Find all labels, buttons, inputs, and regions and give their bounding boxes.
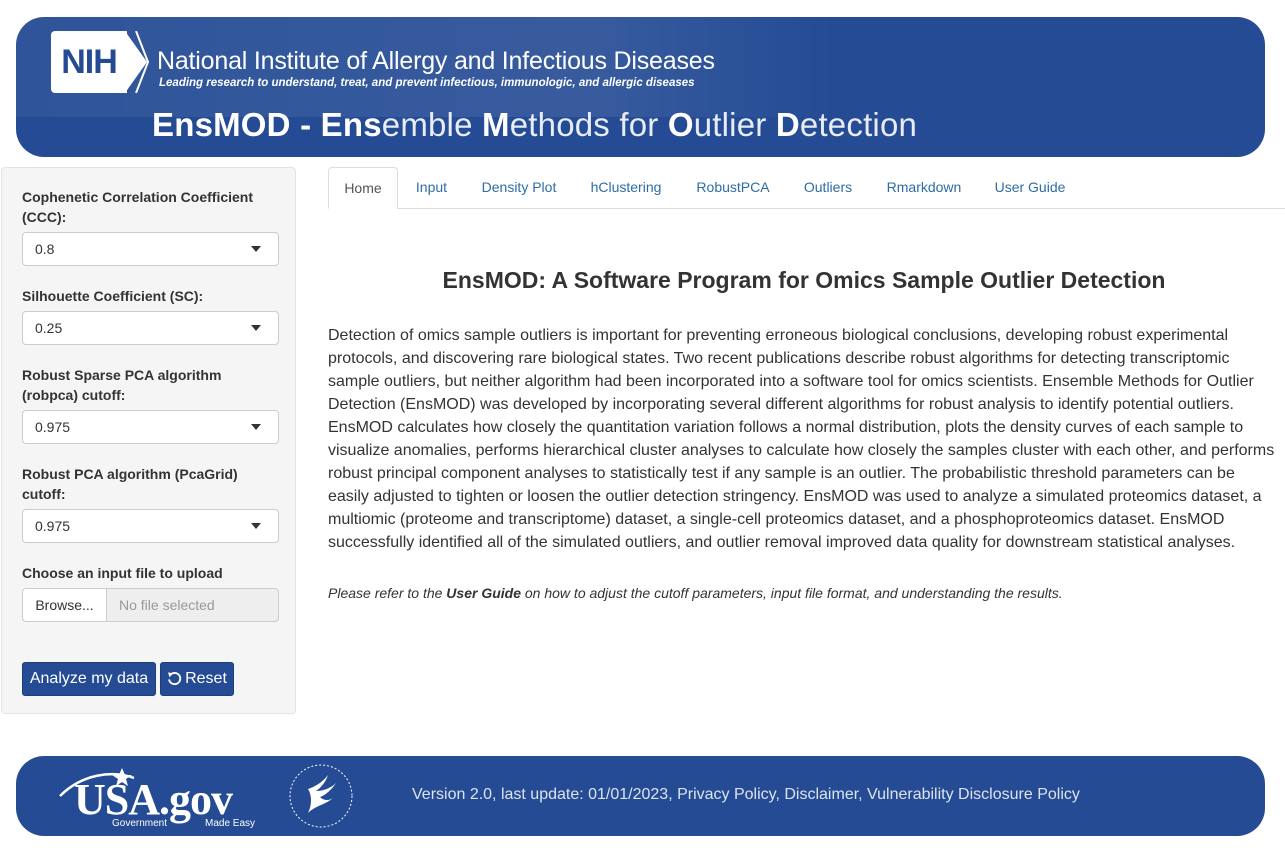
footer-links[interactable]: Version 2.0, last update: 01/01/2023, Pr… <box>412 786 1080 804</box>
usa-gov-logo-sub-right: Made Easy <box>205 818 255 829</box>
app-title-part: utlier <box>693 106 776 143</box>
caret-down-icon <box>251 246 261 252</box>
reset-label: Reset <box>185 670 227 687</box>
hhs-seal-icon[interactable] <box>286 761 356 831</box>
reset-icon <box>168 672 182 686</box>
sidebar-panel: Cophenetic Correlation Coefficient (CCC)… <box>1 167 296 714</box>
ccc-select[interactable]: 0.8 <box>22 232 279 266</box>
intro-paragraph: Detection of omics sample outliers is im… <box>328 327 1275 551</box>
app-title-part: Ens <box>320 106 382 143</box>
usa-gov-logo-text: USA.gov <box>74 775 233 824</box>
ccc-select-value: 0.8 <box>35 241 55 257</box>
nih-logo-chevron-icon <box>135 31 150 93</box>
usa-gov-logo-sub-left: Government <box>112 818 167 829</box>
sc-label: Silhouette Coefficient (SC): <box>22 288 204 304</box>
pcagrid-select-value: 0.975 <box>35 518 71 534</box>
tab-outliers[interactable]: Outliers <box>792 167 864 209</box>
analyze-button[interactable]: Analyze my data <box>22 662 156 696</box>
file-upload-input: Browse... No file selected <box>22 588 279 622</box>
tab-hclustering[interactable]: hClustering <box>578 167 674 209</box>
reset-button[interactable]: Reset <box>160 662 234 696</box>
robpca-select[interactable]: 0.975 <box>22 410 279 444</box>
file-upload-label: Choose an input file to upload <box>22 565 223 581</box>
app-title-part: O <box>667 106 694 143</box>
usa-gov-logo[interactable]: USA.gov Government Made Easy <box>52 764 267 830</box>
sc-select-value: 0.25 <box>35 320 63 336</box>
user-guide-reference: User Guide <box>446 585 521 601</box>
tab-user-guide[interactable]: User Guide <box>984 167 1076 209</box>
ccc-label: Cophenetic Correlation Coefficient (CCC)… <box>22 189 254 225</box>
tab-rmarkdown[interactable]: Rmarkdown <box>874 167 974 209</box>
app-title-part: EnsMOD - <box>152 106 321 143</box>
page-title: EnsMOD: A Software Program for Omics Sam… <box>442 267 1166 293</box>
caret-down-icon <box>251 325 261 331</box>
user-guide-note: Please refer to the User Guide on how to… <box>328 585 1280 601</box>
app-title: EnsMOD - Ensemble Methods for Outlier De… <box>152 106 917 144</box>
sc-select[interactable]: 0.25 <box>22 311 279 345</box>
institute-name: National Institute of Allergy and Infect… <box>157 47 715 75</box>
app-title-part: ethods for <box>509 106 668 143</box>
app-title-part: M <box>482 106 510 143</box>
pcagrid-select[interactable]: 0.975 <box>22 509 279 543</box>
caret-down-icon <box>251 523 261 529</box>
browse-button[interactable]: Browse... <box>22 588 107 622</box>
tab-robustpca[interactable]: RobustPCA <box>684 167 782 209</box>
pcagrid-label: Robust PCA algorithm (PcaGrid) cutoff: <box>22 466 238 502</box>
file-status-field[interactable]: No file selected <box>106 588 279 622</box>
site-footer: USA.gov Government Made Easy Version 2.0… <box>16 756 1265 836</box>
note-prefix: Please refer to the <box>328 585 447 601</box>
robpca-label: Robust Sparse PCA algorithm (robpca) cut… <box>22 367 222 403</box>
app-title-part: D <box>775 106 800 143</box>
tab-bar: Home Input Density Plot hClustering Robu… <box>328 167 1285 209</box>
app-title-part: emble <box>381 106 483 143</box>
caret-down-icon <box>251 424 261 430</box>
site-header: NIH National Institute of Allergy and In… <box>16 17 1265 157</box>
tab-density-plot[interactable]: Density Plot <box>468 167 570 209</box>
robpca-select-value: 0.975 <box>35 419 71 435</box>
nih-logo[interactable]: NIH <box>51 31 127 93</box>
nih-logo-text: NIH <box>61 42 118 81</box>
app-title-part: etection <box>799 106 918 143</box>
note-suffix: on how to adjust the cutoff parameters, … <box>521 585 1063 601</box>
tab-home[interactable]: Home <box>328 167 398 209</box>
tab-input[interactable]: Input <box>403 167 460 209</box>
institute-tagline: Leading research to understand, treat, a… <box>159 77 695 89</box>
